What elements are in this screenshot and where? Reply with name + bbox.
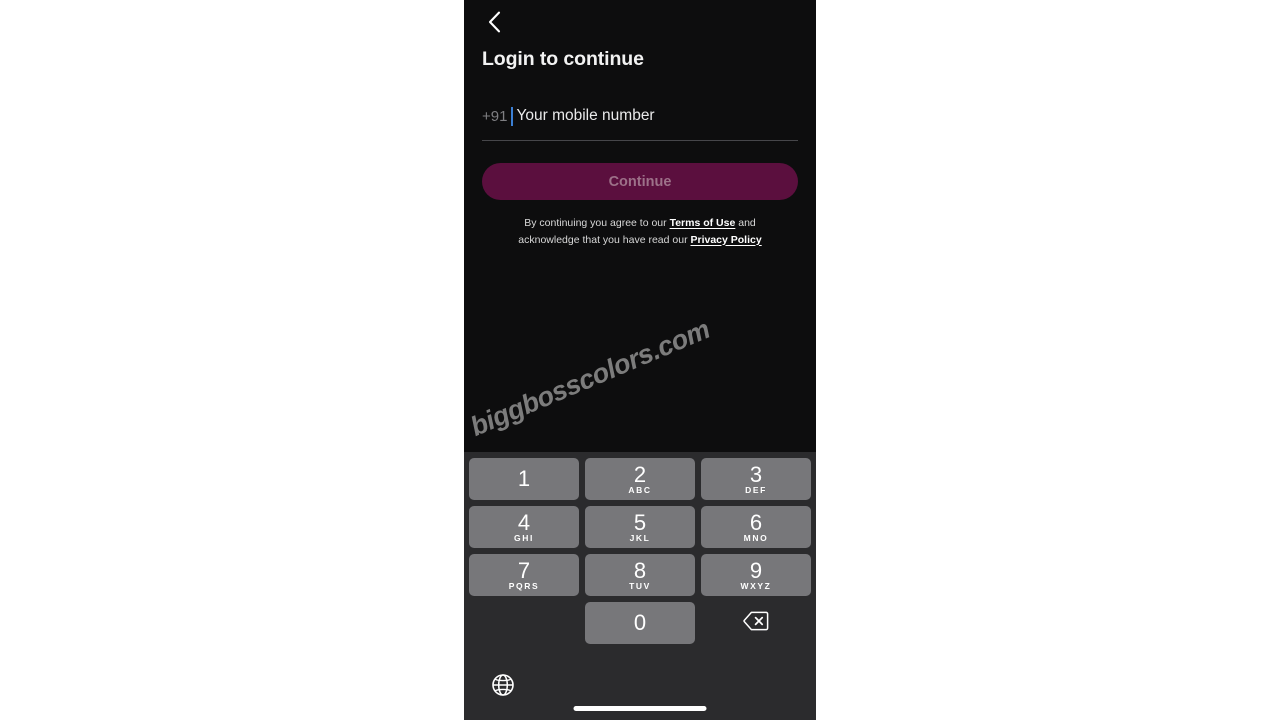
input-underline	[482, 140, 798, 141]
key-digit: 2	[633, 462, 647, 487]
terms-of-use-link[interactable]: Terms of Use	[670, 217, 736, 229]
mobile-number-field[interactable]: +91 Your mobile number	[482, 100, 798, 132]
keypad-spacer	[469, 602, 579, 644]
key-2[interactable]: 2 ABC	[585, 458, 695, 500]
numeric-keyboard: 1 2 ABC 3 DEF 4 GHI 5 JKL 6 MNO 7 PQRS 8…	[464, 452, 816, 720]
screenshot-canvas: Login to continue +91 Your mobile number…	[0, 0, 1280, 720]
keypad-grid: 1 2 ABC 3 DEF 4 GHI 5 JKL 6 MNO 7 PQRS 8…	[469, 458, 811, 650]
continue-button[interactable]: Continue	[482, 163, 798, 200]
key-letters: MNO	[743, 533, 769, 543]
key-digit: 4	[517, 510, 531, 535]
keypad-row-1: 1 2 ABC 3 DEF	[469, 458, 811, 500]
key-5[interactable]: 5 JKL	[585, 506, 695, 548]
legal-line1-prefix: By continuing you agree to our	[524, 217, 670, 229]
key-4[interactable]: 4 GHI	[469, 506, 579, 548]
key-9[interactable]: 9 WXYZ	[701, 554, 811, 596]
key-letters: PQRS	[508, 581, 540, 591]
key-3[interactable]: 3 DEF	[701, 458, 811, 500]
key-letters: GHI	[514, 533, 534, 543]
key-8[interactable]: 8 TUV	[585, 554, 695, 596]
chevron-left-icon	[488, 11, 501, 33]
key-digit: 0	[633, 610, 647, 635]
legal-line2-prefix: acknowledge that you have read our	[518, 233, 691, 246]
keypad-row-3: 7 PQRS 8 TUV 9 WXYZ	[469, 554, 811, 596]
key-0[interactable]: 0	[585, 602, 695, 644]
key-letters: TUV	[629, 581, 651, 591]
key-digit: 7	[517, 558, 531, 583]
key-digit: 3	[749, 462, 763, 487]
backspace-key[interactable]	[701, 602, 811, 644]
text-caret	[511, 106, 514, 126]
keypad-row-2: 4 GHI 5 JKL 6 MNO	[469, 506, 811, 548]
backspace-delete-icon	[743, 611, 769, 636]
key-letters: DEF	[745, 485, 767, 495]
phone-screen: Login to continue +91 Your mobile number…	[464, 0, 816, 720]
key-digit: 6	[749, 510, 763, 535]
key-1[interactable]: 1	[469, 458, 579, 500]
key-letters: WXYZ	[740, 581, 772, 591]
page-title: Login to continue	[482, 48, 644, 70]
key-letters: JKL	[629, 533, 651, 543]
back-button[interactable]	[474, 4, 514, 40]
legal-disclaimer: By continuing you agree to our Terms of …	[482, 215, 798, 248]
mobile-number-placeholder: Your mobile number	[516, 107, 655, 125]
key-letters: ABC	[628, 485, 652, 495]
key-digit: 1	[517, 466, 531, 491]
key-digit: 8	[633, 558, 647, 583]
home-indicator-bar[interactable]	[573, 706, 707, 711]
login-screen-content: Login to continue +91 Your mobile number…	[464, 0, 816, 452]
globe-language-icon	[491, 673, 515, 702]
legal-line1-suffix: and	[735, 217, 756, 229]
keypad-row-4: 0	[469, 602, 811, 644]
key-7[interactable]: 7 PQRS	[469, 554, 579, 596]
key-digit: 9	[749, 558, 763, 583]
key-6[interactable]: 6 MNO	[701, 506, 811, 548]
key-digit: 5	[633, 510, 647, 535]
country-code-label: +91	[482, 107, 508, 125]
globe-language-key[interactable]	[486, 670, 520, 704]
privacy-policy-link[interactable]: Privacy Policy	[690, 234, 761, 246]
